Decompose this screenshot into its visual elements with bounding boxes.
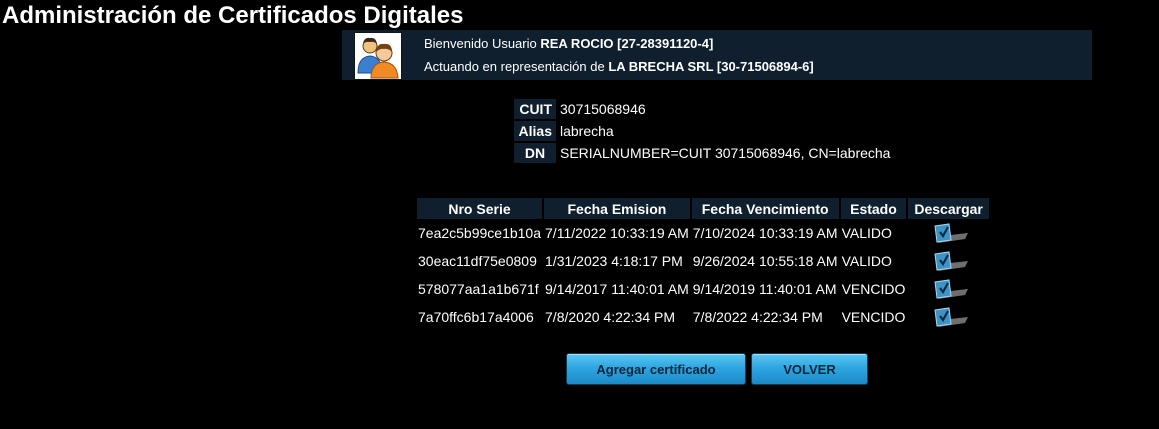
column-header-serial: Nro Serie [417, 198, 543, 219]
welcome-prefix: Bienvenido Usuario [424, 36, 537, 51]
serial-cell: 7a70ffc6b17a4006 [418, 309, 534, 325]
user-name: REA ROCIO [27-28391120-4] [540, 36, 714, 51]
download-cell [908, 247, 989, 275]
acting-prefix: Actuando en representación de [424, 59, 605, 74]
table-row: 30eac11df75e0809 1/31/2023 4:18:17 PM 9/… [417, 247, 989, 275]
download-certificate-icon[interactable] [929, 277, 969, 301]
page: Administración de Certificados Digitales… [0, 0, 1159, 429]
dn-row: DN SERIALNUMBER=CUIT 30715068946, CN=lab… [514, 142, 890, 164]
column-header-status: Estado [840, 198, 907, 219]
certificates-table: Nro Serie Fecha Emision Fecha Vencimient… [415, 198, 991, 331]
expires-cell: 7/10/2024 10:33:19 AM [692, 225, 838, 241]
cuit-value: 30715068946 [560, 101, 646, 117]
column-header-download: Descargar [908, 198, 989, 219]
issued-cell: 7/8/2020 4:22:34 PM [545, 309, 676, 325]
dn-value: SERIALNUMBER=CUIT 30715068946, CN=labrec… [560, 145, 891, 161]
serial-cell: 7ea2c5b99ce1b10a [418, 225, 542, 241]
status-cell: VALIDO [841, 225, 892, 241]
download-cell [908, 275, 989, 303]
company-name: LA BRECHA SRL [30-71506894-6] [608, 59, 814, 74]
dn-label: DN [514, 143, 556, 163]
download-cell [908, 219, 989, 247]
column-header-issued: Fecha Emision [544, 198, 690, 219]
status-cell: VENCIDO [841, 281, 906, 297]
expires-cell: 9/26/2024 10:55:18 AM [692, 253, 838, 269]
download-certificate-icon[interactable] [929, 305, 969, 329]
issued-cell: 7/11/2022 10:33:19 AM [545, 225, 689, 241]
column-header-expires: Fecha Vencimiento [691, 198, 839, 219]
issued-cell: 9/14/2017 11:40:01 AM [545, 281, 689, 297]
cuit-label: CUIT [514, 99, 556, 119]
user-banner: Bienvenido Usuario REA ROCIO [27-2839112… [342, 30, 1092, 80]
acting-line: Actuando en representación de LA BRECHA … [424, 59, 814, 74]
cuit-row: CUIT 30715068946 [514, 98, 890, 120]
alias-value: labrecha [560, 123, 614, 139]
certificate-info: CUIT 30715068946 Alias labrecha DN SERIA… [514, 98, 890, 164]
download-certificate-icon[interactable] [929, 249, 969, 273]
table-row: 578077aa1a1b671f 9/14/2017 11:40:01 AM 9… [417, 275, 989, 303]
avatar [354, 32, 402, 80]
add-certificate-button[interactable]: Agregar certificado [566, 353, 746, 385]
alias-row: Alias labrecha [514, 120, 890, 142]
page-title: Administración de Certificados Digitales [2, 2, 464, 29]
serial-cell: 578077aa1a1b671f [418, 281, 539, 297]
download-cell [908, 303, 989, 331]
table-header-row: Nro Serie Fecha Emision Fecha Vencimient… [417, 198, 989, 219]
table-row: 7ea2c5b99ce1b10a 7/11/2022 10:33:19 AM 7… [417, 219, 989, 247]
expires-cell: 7/8/2022 4:22:34 PM [692, 309, 823, 325]
back-button[interactable]: VOLVER [751, 353, 868, 385]
issued-cell: 1/31/2023 4:18:17 PM [545, 253, 683, 269]
users-icon [357, 37, 399, 79]
download-certificate-icon[interactable] [929, 221, 969, 245]
serial-cell: 30eac11df75e0809 [418, 253, 537, 269]
status-cell: VENCIDO [841, 309, 906, 325]
status-cell: VALIDO [841, 253, 892, 269]
table-row: 7a70ffc6b17a4006 7/8/2020 4:22:34 PM 7/8… [417, 303, 989, 331]
welcome-line: Bienvenido Usuario REA ROCIO [27-2839112… [424, 36, 713, 51]
alias-label: Alias [514, 121, 556, 141]
expires-cell: 9/14/2019 11:40:01 AM [692, 281, 837, 297]
